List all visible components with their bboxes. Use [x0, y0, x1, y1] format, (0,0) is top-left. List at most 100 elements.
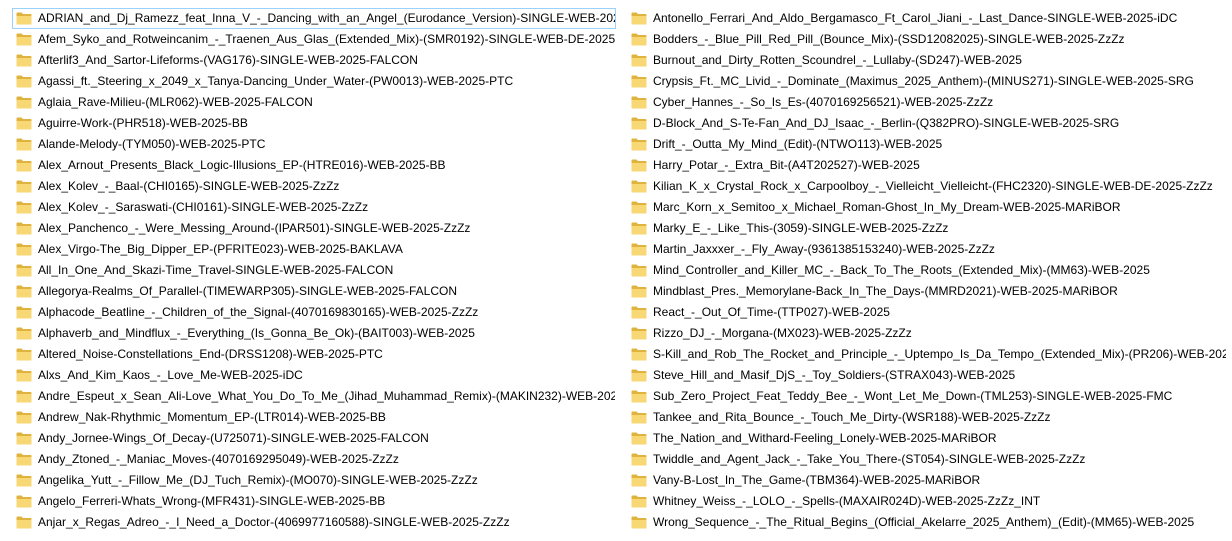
folder-item[interactable]: Angelo_Ferreri-Whats_Wrong-(MFR431)-SING… [12, 491, 616, 512]
folder-name: Andy_Jornee-Wings_Of_Decay-(U725071)-SIN… [38, 431, 429, 445]
folder-item[interactable]: Kilian_K_x_Crystal_Rock_x_Carpoolboy_-_V… [627, 176, 1227, 197]
folder-item[interactable]: Drift_-_Outta_My_Mind_(Edit)-(NTWO113)-W… [627, 134, 1227, 155]
folder-name: Alex_Arnout_Presents_Black_Logic-Illusio… [38, 158, 446, 172]
folder-item[interactable]: S-Kill_and_Rob_The_Rocket_and_Principle_… [627, 344, 1227, 365]
folder-item[interactable]: Martin_Jaxxxer_-_Fly_Away-(9361385153240… [627, 239, 1227, 260]
folder-name: Rizzo_DJ_-_Morgana-(MX023)-WEB-2025-ZzZz [653, 326, 912, 340]
folder-item[interactable]: Mind_Controller_and_Killer_MC_-_Back_To_… [627, 260, 1227, 281]
folder-name: Sub_Zero_Project_Feat_Teddy_Bee_-_Wont_L… [653, 389, 1173, 403]
folder-name: React_-_Out_Of_Time-(TTP027)-WEB-2025 [653, 305, 890, 319]
folder-item[interactable]: Wrong_Sequence_-_The_Ritual_Begins_(Offi… [627, 512, 1227, 533]
folder-icon [631, 96, 647, 109]
folder-item[interactable]: Twiddle_and_Agent_Jack_-_Take_You_There-… [627, 449, 1227, 470]
folder-icon [16, 12, 32, 25]
folder-icon [16, 201, 32, 214]
folder-item[interactable]: The_Nation_and_Withard-Feeling_Lonely-WE… [627, 428, 1227, 449]
folder-item[interactable]: Sub_Zero_Project_Feat_Teddy_Bee_-_Wont_L… [627, 386, 1227, 407]
folder-icon [631, 33, 647, 46]
folder-name: Crypsis_Ft._MC_Livid_-_Dominate_(Maximus… [653, 74, 1194, 88]
folder-name: Altered_Noise-Constellations_End-(DRSS12… [38, 347, 383, 361]
folder-item[interactable]: Cyber_Hannes_-_So_Is_Es-(4070169256521)-… [627, 92, 1227, 113]
folder-name: Alxs_And_Kim_Kaos_-_Love_Me-WEB-2025-iDC [38, 368, 303, 382]
folder-name: Marky_E_-_Like_This-(3059)-SINGLE-WEB-20… [653, 221, 949, 235]
folder-item[interactable]: Mindblast_Pres._Memorylane-Back_In_The_D… [627, 281, 1227, 302]
folder-name: All_In_One_And_Skazi-Time_Travel-SINGLE-… [38, 263, 394, 277]
folder-item[interactable]: All_In_One_And_Skazi-Time_Travel-SINGLE-… [12, 260, 616, 281]
folder-item[interactable]: Afem_Syko_and_Rotweincanim_-_Traenen_Aus… [12, 29, 616, 50]
folder-item[interactable]: Marc_Korn_x_Semitoo_x_Michael_Roman-Ghos… [627, 197, 1227, 218]
folder-item[interactable]: Alxs_And_Kim_Kaos_-_Love_Me-WEB-2025-iDC [12, 365, 616, 386]
folder-icon [631, 369, 647, 382]
folder-name: Allegorya-Realms_Of_Parallel-(TIMEWARP30… [38, 284, 458, 298]
folder-icon [631, 243, 647, 256]
folder-item[interactable]: Steve_Hill_and_Masif_DjS_-_Toy_Soldiers-… [627, 365, 1227, 386]
folder-icon [16, 411, 32, 424]
folder-name: Antonello_Ferrari_And_Aldo_Bergamasco_Ft… [653, 11, 1178, 25]
folder-icon [16, 264, 32, 277]
folder-item[interactable]: React_-_Out_Of_Time-(TTP027)-WEB-2025 [627, 302, 1227, 323]
folder-name: Andre_Espeut_x_Sean_Ali-Love_What_You_Do… [38, 389, 615, 403]
folder-item[interactable]: Alande-Melody-(TYM050)-WEB-2025-PTC [12, 134, 616, 155]
folder-item[interactable]: Afterlif3_And_Sartor-Lifeforms-(VAG176)-… [12, 50, 616, 71]
folder-item[interactable]: ADRIAN_and_Dj_Ramezz_feat_Inna_V_-_Danci… [12, 8, 616, 29]
folder-icon [631, 411, 647, 424]
folder-item[interactable]: Tankee_and_Rita_Bounce_-_Touch_Me_Dirty-… [627, 407, 1227, 428]
folder-item[interactable]: Bodders_-_Blue_Pill_Red_Pill_(Bounce_Mix… [627, 29, 1227, 50]
folder-icon [16, 495, 32, 508]
folder-item[interactable]: Antonello_Ferrari_And_Aldo_Bergamasco_Ft… [627, 8, 1227, 29]
folder-name: Afterlif3_And_Sartor-Lifeforms-(VAG176)-… [38, 53, 418, 67]
folder-icon [631, 264, 647, 277]
folder-item[interactable]: Andy_Ztoned_-_Maniac_Moves-(407016929504… [12, 449, 616, 470]
folder-name: Kilian_K_x_Crystal_Rock_x_Carpoolboy_-_V… [653, 179, 1213, 193]
folder-item[interactable]: Anjar_x_Regas_Adreo_-_I_Need_a_Doctor-(4… [12, 512, 616, 533]
folder-item[interactable]: Agassi_ft._Steering_x_2049_x_Tanya-Danci… [12, 71, 616, 92]
folder-name: Aglaia_Rave-Milieu-(MLR062)-WEB-2025-FAL… [38, 95, 313, 109]
folder-name: Anjar_x_Regas_Adreo_-_I_Need_a_Doctor-(4… [38, 515, 510, 529]
folder-item[interactable]: Alex_Panchenco_-_Were_Messing_Around-(IP… [12, 218, 616, 239]
folder-item[interactable]: Alex_Virgo-The_Big_Dipper_EP-(PFRITE023)… [12, 239, 616, 260]
folder-icon [16, 54, 32, 67]
folder-item[interactable]: Andrew_Nak-Rhythmic_Momentum_EP-(LTR014)… [12, 407, 616, 428]
folder-name: The_Nation_and_Withard-Feeling_Lonely-WE… [653, 431, 997, 445]
folder-item[interactable]: Aguirre-Work-(PHR518)-WEB-2025-BB [12, 113, 616, 134]
folder-icon [631, 285, 647, 298]
folder-item[interactable]: Rizzo_DJ_-_Morgana-(MX023)-WEB-2025-ZzZz [627, 323, 1227, 344]
folder-icon [631, 12, 647, 25]
folder-item[interactable]: Marky_E_-_Like_This-(3059)-SINGLE-WEB-20… [627, 218, 1227, 239]
folder-item[interactable]: Andre_Espeut_x_Sean_Ali-Love_What_You_Do… [12, 386, 616, 407]
folder-name: Mindblast_Pres._Memorylane-Back_In_The_D… [653, 284, 1118, 298]
folder-icon [16, 243, 32, 256]
folder-name: Alande-Melody-(TYM050)-WEB-2025-PTC [38, 137, 266, 151]
folder-item[interactable]: Alphaverb_and_Mindflux_-_Everything_(Is_… [12, 323, 616, 344]
folder-name: Alex_Panchenco_-_Were_Messing_Around-(IP… [38, 221, 471, 235]
folder-item[interactable]: Crypsis_Ft._MC_Livid_-_Dominate_(Maximus… [627, 71, 1227, 92]
folder-icon [16, 96, 32, 109]
folder-icon [16, 474, 32, 487]
folder-icon [631, 474, 647, 487]
folder-icon [631, 54, 647, 67]
folder-name: Afem_Syko_and_Rotweincanim_-_Traenen_Aus… [38, 32, 615, 46]
folder-item[interactable]: Harry_Potar_-_Extra_Bit-(A4T202527)-WEB-… [627, 155, 1227, 176]
folder-icon [631, 453, 647, 466]
folder-item[interactable]: Altered_Noise-Constellations_End-(DRSS12… [12, 344, 616, 365]
folder-item[interactable]: Alex_Kolev_-_Baal-(CHI0165)-SINGLE-WEB-2… [12, 176, 616, 197]
folder-item[interactable]: Aglaia_Rave-Milieu-(MLR062)-WEB-2025-FAL… [12, 92, 616, 113]
folder-item[interactable]: Whitney_Weiss_-_LOLO_-_Spells-(MAXAIR024… [627, 491, 1227, 512]
folder-item[interactable]: Alex_Arnout_Presents_Black_Logic-Illusio… [12, 155, 616, 176]
folder-icon [631, 117, 647, 130]
folder-name: D-Block_And_S-Te-Fan_And_DJ_Isaac_-_Berl… [653, 116, 1120, 130]
folder-item[interactable]: Vany-B-Lost_In_The_Game-(TBM364)-WEB-202… [627, 470, 1227, 491]
folder-name: Agassi_ft._Steering_x_2049_x_Tanya-Danci… [38, 74, 514, 88]
folder-icon [16, 432, 32, 445]
folder-item[interactable]: D-Block_And_S-Te-Fan_And_DJ_Isaac_-_Berl… [627, 113, 1227, 134]
folder-icon [631, 180, 647, 193]
folder-name: Drift_-_Outta_My_Mind_(Edit)-(NTWO113)-W… [653, 137, 943, 151]
folder-icon [631, 516, 647, 529]
folder-icon [16, 117, 32, 130]
folder-item[interactable]: Alex_Kolev_-_Saraswati-(CHI0161)-SINGLE-… [12, 197, 616, 218]
folder-item[interactable]: Burnout_and_Dirty_Rotten_Scoundrel_-_Lul… [627, 50, 1227, 71]
folder-item[interactable]: Allegorya-Realms_Of_Parallel-(TIMEWARP30… [12, 281, 616, 302]
folder-item[interactable]: Andy_Jornee-Wings_Of_Decay-(U725071)-SIN… [12, 428, 616, 449]
folder-item[interactable]: Alphacode_Beatline_-_Children_of_the_Sig… [12, 302, 616, 323]
folder-item[interactable]: Angelika_Yutt_-_Fillow_Me_(DJ_Tuch_Remix… [12, 470, 616, 491]
